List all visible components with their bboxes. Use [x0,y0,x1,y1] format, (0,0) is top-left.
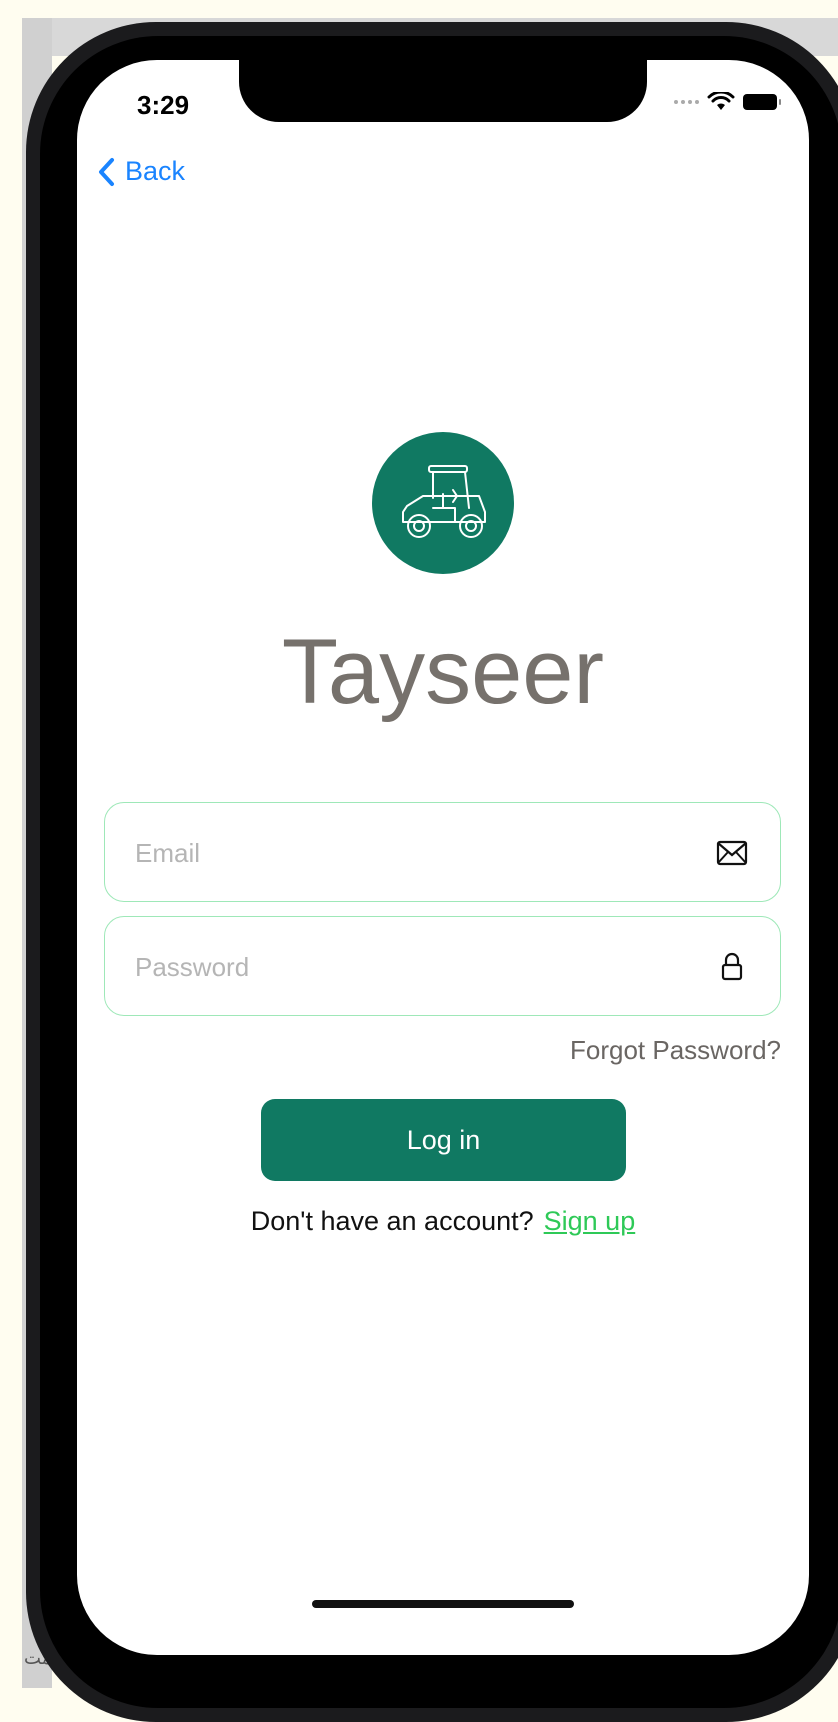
login-button[interactable]: Log in [261,1099,626,1181]
home-indicator[interactable] [312,1600,574,1608]
signup-prompt: Don't have an account? [250,1206,534,1236]
signup-row: Don't have an account? Sign up [77,1206,809,1237]
lock-icon [714,949,750,985]
app-screen: 3:29 Back Tayseer Email Forgot Password?… [77,60,809,1655]
desktop-background: المت 3:29 Back [0,0,838,1722]
email-field[interactable] [104,802,781,903]
app-title: Tayseer [281,621,605,723]
password-input[interactable] [133,917,697,1017]
status-time: 3:29 [137,90,190,120]
back-button[interactable]: Back [97,156,185,187]
signal-dots-icon [674,100,699,104]
envelope-icon [714,835,750,871]
status-icons [674,92,781,112]
battery-icon [743,94,781,110]
golf-cart-icon [402,465,486,538]
email-input[interactable] [133,803,697,903]
wifi-icon [707,92,735,110]
back-label: Back [125,156,186,186]
signup-link[interactable]: Sign up [544,1206,636,1236]
password-field[interactable] [104,916,781,1017]
chevron-left-icon [99,157,114,186]
forgot-password-link[interactable]: Forgot Password? [570,1035,781,1066]
device-notch [239,60,647,122]
app-logo [372,432,514,574]
